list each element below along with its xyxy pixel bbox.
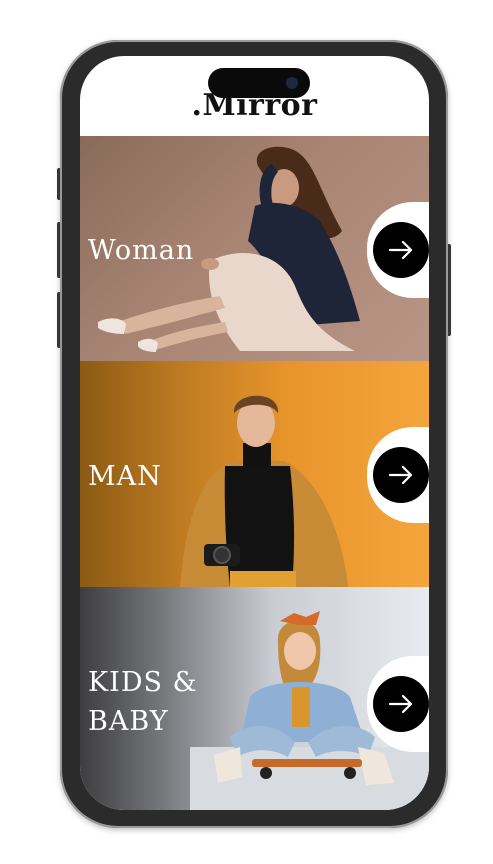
arrow-button-kids-baby[interactable]	[373, 676, 429, 732]
arrow-button-woman[interactable]	[373, 222, 429, 278]
arrow-right-icon	[388, 694, 413, 714]
arrow-right-icon	[388, 240, 413, 260]
arrow-right-icon	[388, 465, 413, 485]
category-label-woman: Woman	[88, 235, 195, 266]
category-label-kids-baby: KIDS & BABY	[88, 667, 198, 737]
category-label-man: MAN	[88, 461, 162, 492]
dynamic-island	[208, 68, 310, 98]
phone-screen: .Mirror Woman MAN KIDS & BABY	[80, 56, 429, 810]
category-card-man[interactable]: MAN	[80, 361, 429, 587]
camera-icon	[286, 77, 298, 89]
category-card-kids-baby[interactable]: KIDS & BABY	[80, 587, 429, 810]
arrow-button-man[interactable]	[373, 447, 429, 503]
category-card-woman[interactable]: Woman	[80, 136, 429, 361]
